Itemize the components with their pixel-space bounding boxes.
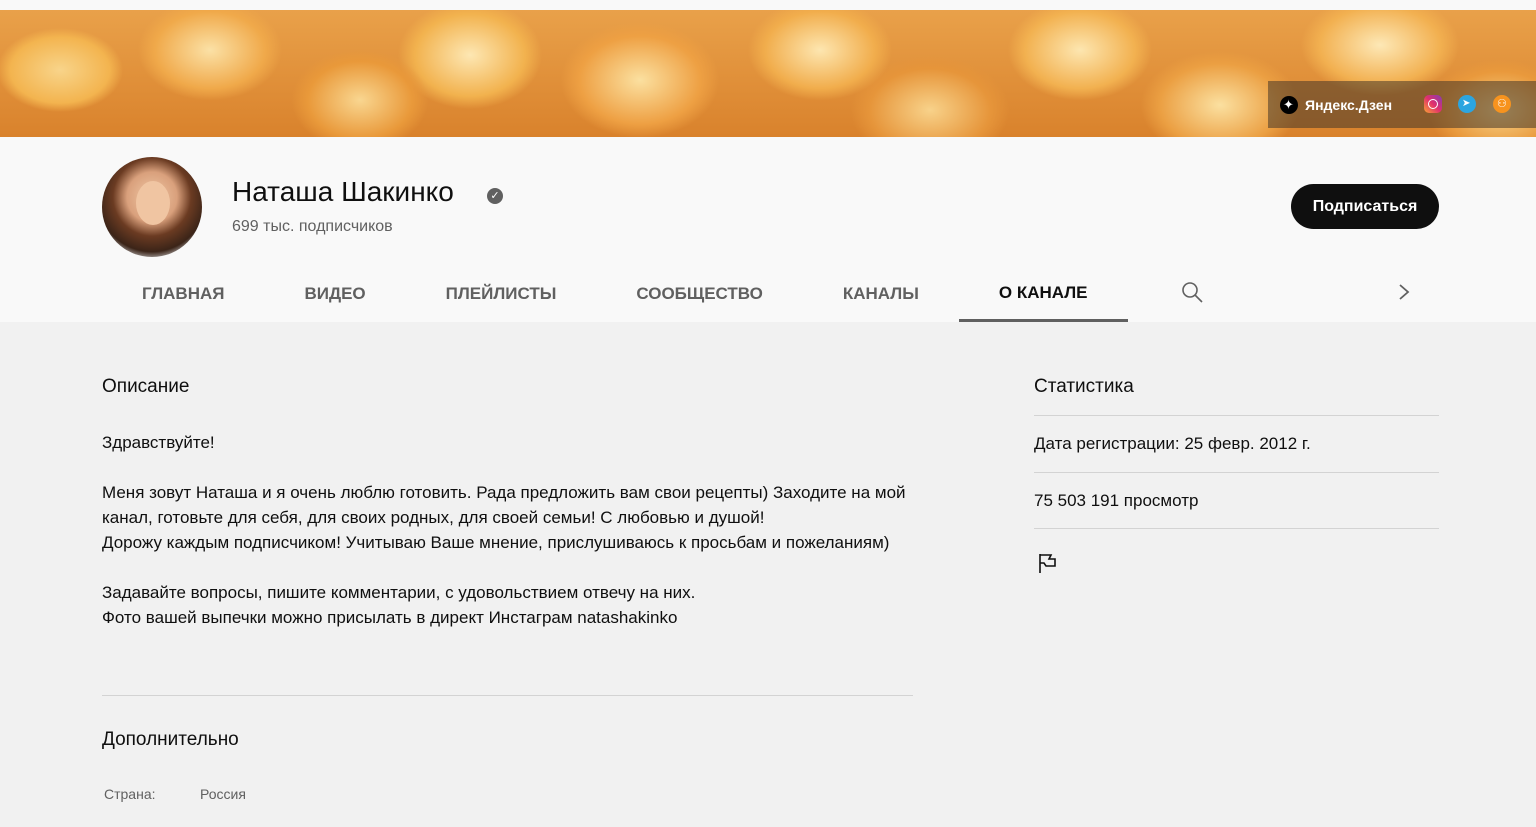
tab-channels[interactable]: КАНАЛЫ — [803, 266, 959, 322]
tab-home[interactable]: ГЛАВНАЯ — [102, 266, 264, 322]
channel-tabs: ГЛАВНАЯ ВИДЕО ПЛЕЙЛИСТЫ СООБЩЕСТВО КАНАЛ… — [102, 266, 1128, 322]
channel-name: Наташа Шакинко — [232, 176, 454, 207]
avatar[interactable] — [102, 157, 202, 257]
avatar-face — [136, 181, 170, 225]
channel-banner: Яндекс.Дзен — [0, 10, 1536, 137]
chevron-right-icon[interactable] — [1394, 282, 1414, 302]
yandex-dzen-link[interactable]: Яндекс.Дзен — [1305, 97, 1392, 113]
flag-icon[interactable] — [1036, 551, 1060, 575]
description-divider — [102, 695, 913, 696]
telegram-icon[interactable] — [1458, 95, 1476, 113]
stats-divider — [1034, 415, 1439, 416]
subscriber-count: 699 тыс. подписчиков — [232, 218, 393, 235]
search-icon[interactable] — [1180, 280, 1204, 304]
yandex-dzen-icon[interactable] — [1280, 95, 1298, 114]
odnoklassniki-icon[interactable] — [1493, 95, 1511, 113]
description-heading: Описание — [102, 376, 190, 397]
country-value: Россия — [200, 786, 246, 802]
additional-heading: Дополнительно — [102, 729, 239, 750]
stats-divider — [1034, 528, 1439, 529]
tab-playlists[interactable]: ПЛЕЙЛИСТЫ — [406, 266, 597, 322]
country-label: Страна: — [104, 786, 156, 802]
channel-description: Здравствуйте! Меня зовут Наташа и я очен… — [102, 433, 906, 627]
top-strip — [0, 0, 1536, 10]
channel-header: Наташа Шакинко ✓ 699 тыс. подписчиков По… — [0, 137, 1536, 322]
subscribe-button[interactable]: Подписаться — [1291, 184, 1439, 229]
registration-date: Дата регистрации: 25 февр. 2012 г. — [1034, 434, 1311, 453]
tab-about[interactable]: О КАНАЛЕ — [958, 266, 1128, 322]
tab-videos[interactable]: ВИДЕО — [264, 266, 405, 322]
stats-heading: Статистика — [1034, 376, 1134, 397]
stats-divider — [1034, 472, 1439, 473]
social-links-bar: Яндекс.Дзен — [1268, 81, 1536, 128]
tab-community[interactable]: СООБЩЕСТВО — [596, 266, 803, 322]
view-count: 75 503 191 просмотр — [1034, 491, 1199, 510]
instagram-icon[interactable] — [1424, 95, 1442, 113]
verified-badge-icon: ✓ — [487, 188, 503, 204]
